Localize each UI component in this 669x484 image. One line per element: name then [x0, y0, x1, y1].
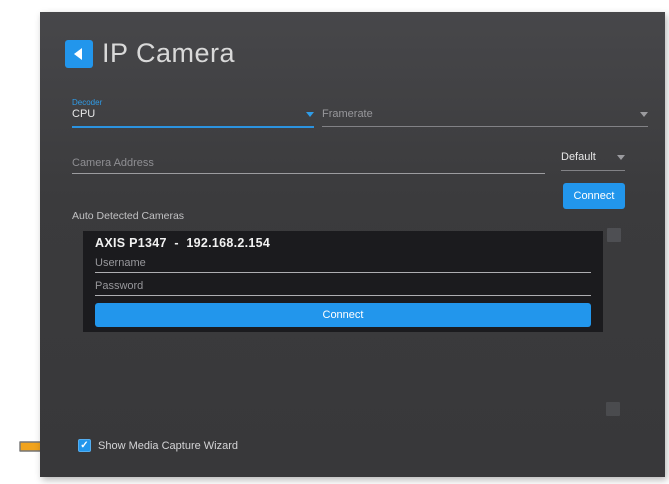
show-wizard-label: Show Media Capture Wizard — [98, 440, 238, 452]
back-arrow-icon — [74, 48, 82, 60]
framerate-placeholder: Framerate — [322, 108, 373, 120]
camera-card-title: AXIS P1347 - 192.168.2.154 — [95, 236, 270, 250]
profile-value: Default — [561, 151, 596, 163]
camera-connect-button[interactable]: Connect — [95, 303, 591, 327]
profile-dropdown[interactable]: Default — [561, 151, 625, 171]
camera-select-checkbox[interactable] — [607, 228, 621, 242]
page-title: IP Camera — [102, 38, 235, 69]
chevron-down-icon — [617, 155, 625, 160]
auto-detected-cameras-label: Auto Detected Cameras — [72, 210, 184, 222]
back-button[interactable] — [65, 40, 93, 68]
camera-select-checkbox[interactable] — [606, 402, 620, 416]
chevron-down-icon — [306, 112, 314, 117]
password-input[interactable] — [95, 276, 591, 296]
chevron-down-icon — [640, 112, 648, 117]
camera-card: AXIS P1347 - 192.168.2.154 Connect — [83, 231, 603, 332]
camera-address-input[interactable] — [72, 152, 545, 174]
decoder-label: Decoder — [72, 98, 102, 107]
decoder-dropdown[interactable]: CPU — [72, 108, 314, 128]
checkmark-icon: ✓ — [80, 441, 88, 451]
ip-camera-window: IP Camera Decoder CPU Framerate Default … — [40, 12, 665, 477]
show-wizard-checkbox[interactable]: ✓ — [78, 439, 91, 452]
decoder-value: CPU — [72, 108, 95, 120]
connect-button[interactable]: Connect — [563, 183, 625, 209]
username-input[interactable] — [95, 253, 591, 273]
framerate-dropdown[interactable]: Framerate — [322, 108, 648, 127]
